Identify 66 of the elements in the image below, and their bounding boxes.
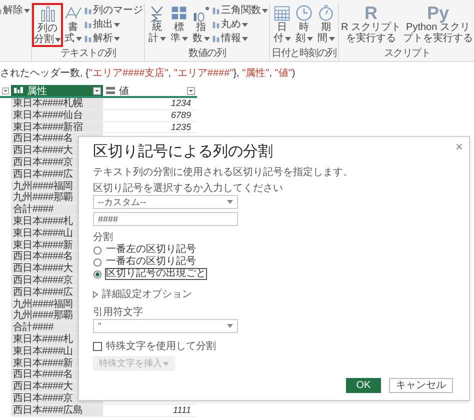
table-cell: 東日本####札幌 <box>11 98 103 110</box>
radio-label[interactable]: 区切り記号の出現ごと <box>105 268 207 280</box>
column-icon <box>212 20 220 28</box>
ribbon-button[interactable]: 抽出 <box>84 18 143 31</box>
column-icon <box>84 6 92 14</box>
ribbon-button[interactable]: 列のマージ <box>84 4 143 17</box>
ribbon-button[interactable]: 三角関数 <box>212 4 268 17</box>
table-cell: 東日本####新宿 <box>11 122 103 134</box>
formula-text: されたヘッダー数, {"エリア####支店", "エリア####"}, "属性", "値") <box>0 66 296 81</box>
column-header[interactable]: 属性 <box>11 85 103 98</box>
caret-icon <box>227 324 233 328</box>
ribbon-button[interactable]: 標 準 <box>168 3 190 47</box>
dropdown-icon <box>93 86 101 94</box>
group-label: スクリプト <box>384 48 430 60</box>
table-cell: 1234 <box>170 98 191 108</box>
any-type-icon <box>105 86 116 95</box>
checkbox-label[interactable]: 特殊文字を使用して分割 <box>106 339 216 353</box>
ribbon-button[interactable]: R R スクリプト を実行する <box>340 3 402 47</box>
radio-label[interactable]: 一番左の区切り記号 <box>105 244 197 256</box>
quote-dropdown[interactable]: " <box>93 319 238 333</box>
ribbon-button[interactable]: 解除 <box>0 4 30 17</box>
dropdown-icon <box>187 86 195 94</box>
ribbon-button[interactable]: 丸め <box>212 18 268 31</box>
table-cell: 1111 <box>172 404 191 415</box>
ribbon-button[interactable]: 期 間 <box>315 3 337 47</box>
ribbon-button[interactable]: 指 数 <box>190 3 212 47</box>
column-icon <box>212 6 220 14</box>
caret-icon <box>227 200 233 204</box>
radio-label[interactable]: 一番右の区切り記号 <box>105 256 197 268</box>
duration-icon <box>316 4 336 22</box>
delimiter-field[interactable]: #### <box>93 212 238 226</box>
cancel-button[interactable]: キャンセル <box>389 378 453 393</box>
table-cell: 西日本####広島 <box>11 404 103 417</box>
text-type-icon <box>13 86 24 95</box>
ribbon-button[interactable]: 列の 分割 <box>32 3 63 47</box>
column-header[interactable] <box>0 85 11 98</box>
ok-button[interactable]: OK <box>346 378 381 393</box>
ribbon-button[interactable]: 統 計 <box>146 3 168 47</box>
advanced-options-link[interactable]: 詳細設定オプション <box>102 287 192 301</box>
expand-icon[interactable] <box>93 290 98 298</box>
group-label: テキストの列 <box>60 48 116 60</box>
ribbon-button[interactable]: 書 式 <box>62 3 84 47</box>
ribbon-button[interactable]: 時 刻 <box>293 3 315 47</box>
ribbon-button[interactable]: 情報 <box>212 32 268 45</box>
radio-button[interactable] <box>93 258 102 266</box>
ribbon-button[interactable]: Py Python スクリ プトを実行する <box>402 3 474 47</box>
time-icon <box>294 4 314 22</box>
group-label: 日付と時刻の列 <box>272 48 336 60</box>
ribbon-button[interactable]: 解析 <box>84 32 143 45</box>
dropdown-icon <box>2 86 9 94</box>
column-icon <box>84 34 92 42</box>
column-header[interactable]: 値 <box>103 85 197 98</box>
checkbox[interactable] <box>93 342 102 350</box>
table-cell: 6789 <box>170 110 191 120</box>
group-label: 数値の列 <box>188 48 226 60</box>
radio-button[interactable] <box>93 246 102 254</box>
column-icon <box>84 20 92 28</box>
table-cell: 1235 <box>170 122 191 132</box>
date-icon <box>272 4 292 22</box>
radio-button[interactable] <box>93 270 102 278</box>
close-button[interactable]: × <box>455 139 463 154</box>
table-cell: 東日本####仙台 <box>11 110 103 122</box>
caret-icon <box>163 362 169 366</box>
ribbon-button[interactable]: 日 付 <box>271 3 293 47</box>
column-icon <box>212 34 220 42</box>
delimiter-dropdown[interactable]: --カスタム-- <box>93 195 238 209</box>
